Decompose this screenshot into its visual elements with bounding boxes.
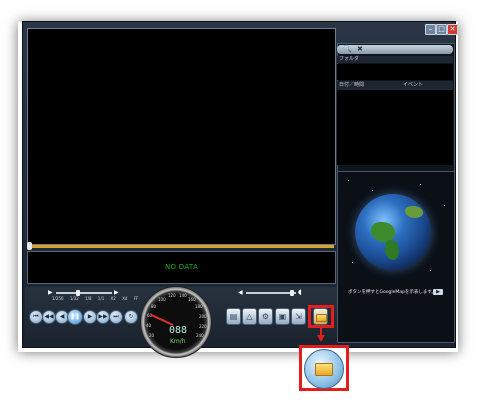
video-display[interactable] [27,28,336,245]
tools-icon[interactable]: ✖ [357,45,363,53]
minimize-icon[interactable]: – [425,24,436,35]
pause-icon[interactable]: ❚❚ [67,309,83,325]
speed-slider[interactable] [56,292,112,294]
map-icon[interactable]: △ [242,308,257,325]
highlight-box-small [308,305,334,328]
rewind-icon[interactable]: ◀◀ [42,310,56,324]
folder-open-button-zoomed[interactable] [304,349,344,389]
column-datetime[interactable]: 日付／時間 [339,81,364,90]
speed-digits: 088 [168,325,188,336]
maximize-icon[interactable]: □ [436,24,447,35]
folder-label: フォルダ [337,56,453,63]
export-icon[interactable]: ⇲ [291,308,306,325]
folder-open-icon [315,363,333,376]
event-list-header: 日付／時間 イベント [337,81,453,90]
skip-end-icon[interactable]: ⏭ [109,310,123,324]
save-icon[interactable]: ▣ [275,308,290,325]
event-list[interactable] [337,90,453,165]
volume-slider[interactable] [246,292,296,294]
map-hint: ボタンを押すとGoogleMapを示表します。 [348,290,436,295]
volume-icon[interactable]: ◖ [298,289,302,296]
speedometer: 20 40 60 80 100 120 140 160 180 200 220 … [140,286,212,358]
repeat-icon[interactable]: ↻ [124,310,138,324]
step-forward-icon[interactable]: ▶ [83,310,97,324]
speed-unit: Km/h [170,338,186,345]
settings-icon[interactable]: ⚙ [258,308,273,325]
search-icon[interactable]: 🔍 [343,45,352,53]
no-data-panel: NO DATA [27,251,336,284]
folder-path-field[interactable] [337,64,453,80]
column-event[interactable]: イベント [403,81,423,90]
fast-forward-icon[interactable]: ▶▶ [96,310,110,324]
globe-image [355,194,431,270]
skip-start-icon[interactable]: ⏮ [29,310,43,324]
speed-labels: 1/250 1/32 1/8 1/1 X2 X4 FF [52,296,139,301]
seek-handle[interactable] [27,242,32,250]
seek-bar[interactable] [27,245,334,248]
fit-icon[interactable]: ▤ [226,308,241,325]
panel-toolbar: 🔍 ✖ [337,45,453,54]
map-play-button[interactable]: ▶ [433,289,443,295]
play-icon: ▶ [436,289,440,295]
callout-arrow-head [317,335,325,342]
volume-left-arrow-icon[interactable]: ◀ [238,290,243,296]
volume-slider-handle[interactable] [290,290,294,296]
close-icon[interactable]: ✕ [447,24,458,35]
